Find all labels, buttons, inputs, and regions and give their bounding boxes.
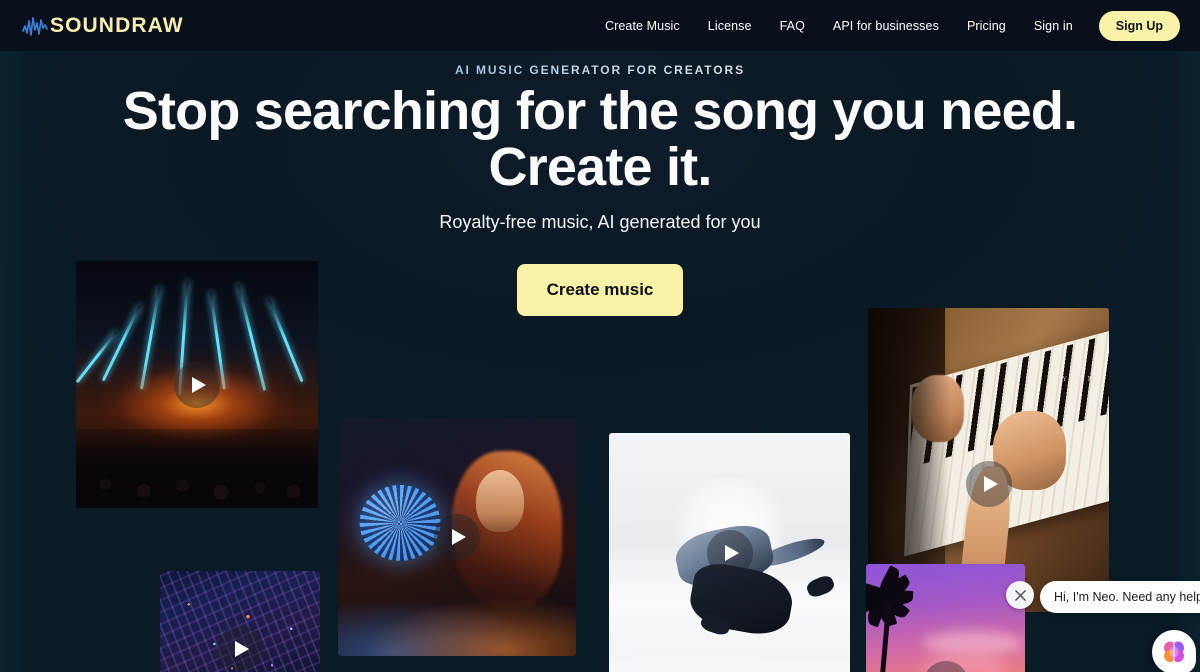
close-icon bbox=[1014, 589, 1026, 601]
sign-up-button[interactable]: Sign Up bbox=[1098, 10, 1180, 41]
play-icon[interactable] bbox=[965, 461, 1012, 507]
nav-item-license[interactable]: License bbox=[694, 19, 766, 33]
nav-item-api-for-businesses[interactable]: API for businesses bbox=[819, 19, 953, 33]
nav-item-create-music[interactable]: Create Music bbox=[591, 19, 694, 33]
nav-item-sign-in[interactable]: Sign in bbox=[1020, 19, 1087, 33]
headline-line-1: Stop searching for the song you need. bbox=[122, 81, 1078, 141]
page-title: Stop searching for the song you need. Cr… bbox=[0, 83, 1200, 195]
hero-cta-container: Create music bbox=[0, 264, 1200, 316]
play-icon[interactable] bbox=[217, 626, 263, 672]
gallery-tile-city-night[interactable] bbox=[160, 571, 320, 672]
logo-text: SOUNDRAW bbox=[50, 13, 184, 37]
nav-item-faq[interactable]: FAQ bbox=[766, 19, 819, 33]
play-icon[interactable] bbox=[434, 514, 480, 560]
hero-subtitle: Royalty-free music, AI generated for you bbox=[439, 212, 761, 232]
play-icon[interactable] bbox=[706, 530, 753, 576]
hero-eyebrow: AI MUSIC GENERATOR FOR CREATORS bbox=[0, 63, 1200, 77]
main-nav: Create Music License FAQ API for busines… bbox=[591, 10, 1180, 41]
chat-close-button[interactable] bbox=[1006, 581, 1034, 609]
logo[interactable]: SOUNDRAW bbox=[22, 14, 184, 38]
hero-section: Y A M AI MUSIC GENERATOR FOR CREATORS St… bbox=[0, 51, 1200, 672]
chat-greeting-bubble[interactable]: Hi, I'm Neo. Need any help? bbox=[1040, 581, 1200, 613]
waveform-icon bbox=[22, 15, 48, 37]
gallery-tile-palm-sunset[interactable] bbox=[866, 564, 1025, 672]
site-header: SOUNDRAW Create Music License FAQ API fo… bbox=[0, 0, 1200, 51]
headline-line-2: Create it. bbox=[488, 137, 712, 198]
gallery-tile-breakdancer[interactable] bbox=[609, 433, 850, 672]
chat-avatar[interactable] bbox=[1152, 630, 1196, 672]
palm-sunset-artwork bbox=[866, 564, 1025, 672]
create-music-button[interactable]: Create music bbox=[516, 264, 684, 316]
brain-icon bbox=[1164, 641, 1184, 662]
play-icon[interactable] bbox=[174, 361, 220, 408]
nav-item-pricing[interactable]: Pricing bbox=[953, 19, 1020, 33]
gallery-tile-disco-ball[interactable] bbox=[338, 418, 576, 656]
